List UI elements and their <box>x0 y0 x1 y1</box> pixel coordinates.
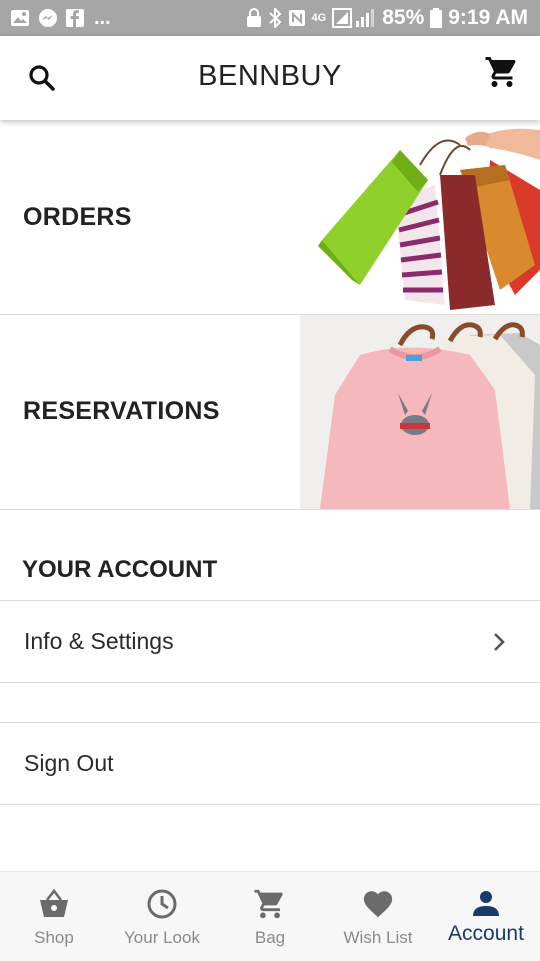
lock-icon <box>246 8 262 28</box>
shopping-bags-image <box>318 128 540 310</box>
system-indicators: 4G 85% 9:19 AM <box>246 6 528 30</box>
your-account-heading: YOUR ACCOUNT <box>22 556 218 583</box>
network-type: 4G <box>311 11 327 24</box>
nav-shop-label: Shop <box>34 928 74 947</box>
orders-card[interactable]: ORDERS <box>0 120 540 315</box>
nav-wish-list-label: Wish List <box>343 928 413 947</box>
heart-icon <box>363 891 393 918</box>
info-settings-label: Info & Settings <box>24 628 174 654</box>
nav-wish-list[interactable]: Wish List <box>324 872 432 961</box>
nav-bag[interactable]: Bag <box>216 872 324 961</box>
facebook-icon <box>66 9 84 27</box>
basket-icon <box>40 888 68 917</box>
sign-out-row[interactable]: Sign Out <box>0 722 540 805</box>
info-settings-row[interactable]: Info & Settings <box>0 600 540 683</box>
status-bar: ... 4G 85% 9:19 AM <box>0 0 540 36</box>
nav-account[interactable]: Account <box>432 872 540 961</box>
reservations-label: RESERVATIONS <box>23 397 220 425</box>
cart-icon <box>254 889 283 919</box>
nav-your-look-label: Your Look <box>124 928 200 947</box>
more-notifications: ... <box>94 6 111 29</box>
notification-icons: ... <box>10 6 111 30</box>
nav-shop[interactable]: Shop <box>0 872 108 961</box>
clock-icon <box>147 889 177 919</box>
sweaters-image <box>300 315 540 509</box>
chevron-right-icon <box>494 633 505 651</box>
person-icon <box>473 891 499 916</box>
app-title: BENNBUY <box>198 60 342 92</box>
orders-label: ORDERS <box>23 203 132 231</box>
nav-bag-label: Bag <box>254 928 286 947</box>
nav-your-look[interactable]: Your Look <box>108 872 216 961</box>
nfc-icon <box>288 9 306 27</box>
cart-icon[interactable] <box>484 54 520 90</box>
messenger-icon <box>38 8 58 28</box>
bluetooth-icon <box>268 8 282 28</box>
reservations-card[interactable]: RESERVATIONS <box>0 315 540 510</box>
nav-account-label: Account <box>448 922 524 945</box>
clock-time: 9:19 AM <box>448 6 528 29</box>
gallery-icon <box>10 9 30 27</box>
battery-icon <box>430 8 443 28</box>
sign-out-label: Sign Out <box>24 750 114 776</box>
bottom-navigation: Shop Your Look Bag Wish List Account <box>0 871 540 961</box>
signal-icon <box>332 8 376 28</box>
battery-percent: 85% <box>382 6 425 29</box>
app-bar: BENNBUY <box>0 36 540 120</box>
